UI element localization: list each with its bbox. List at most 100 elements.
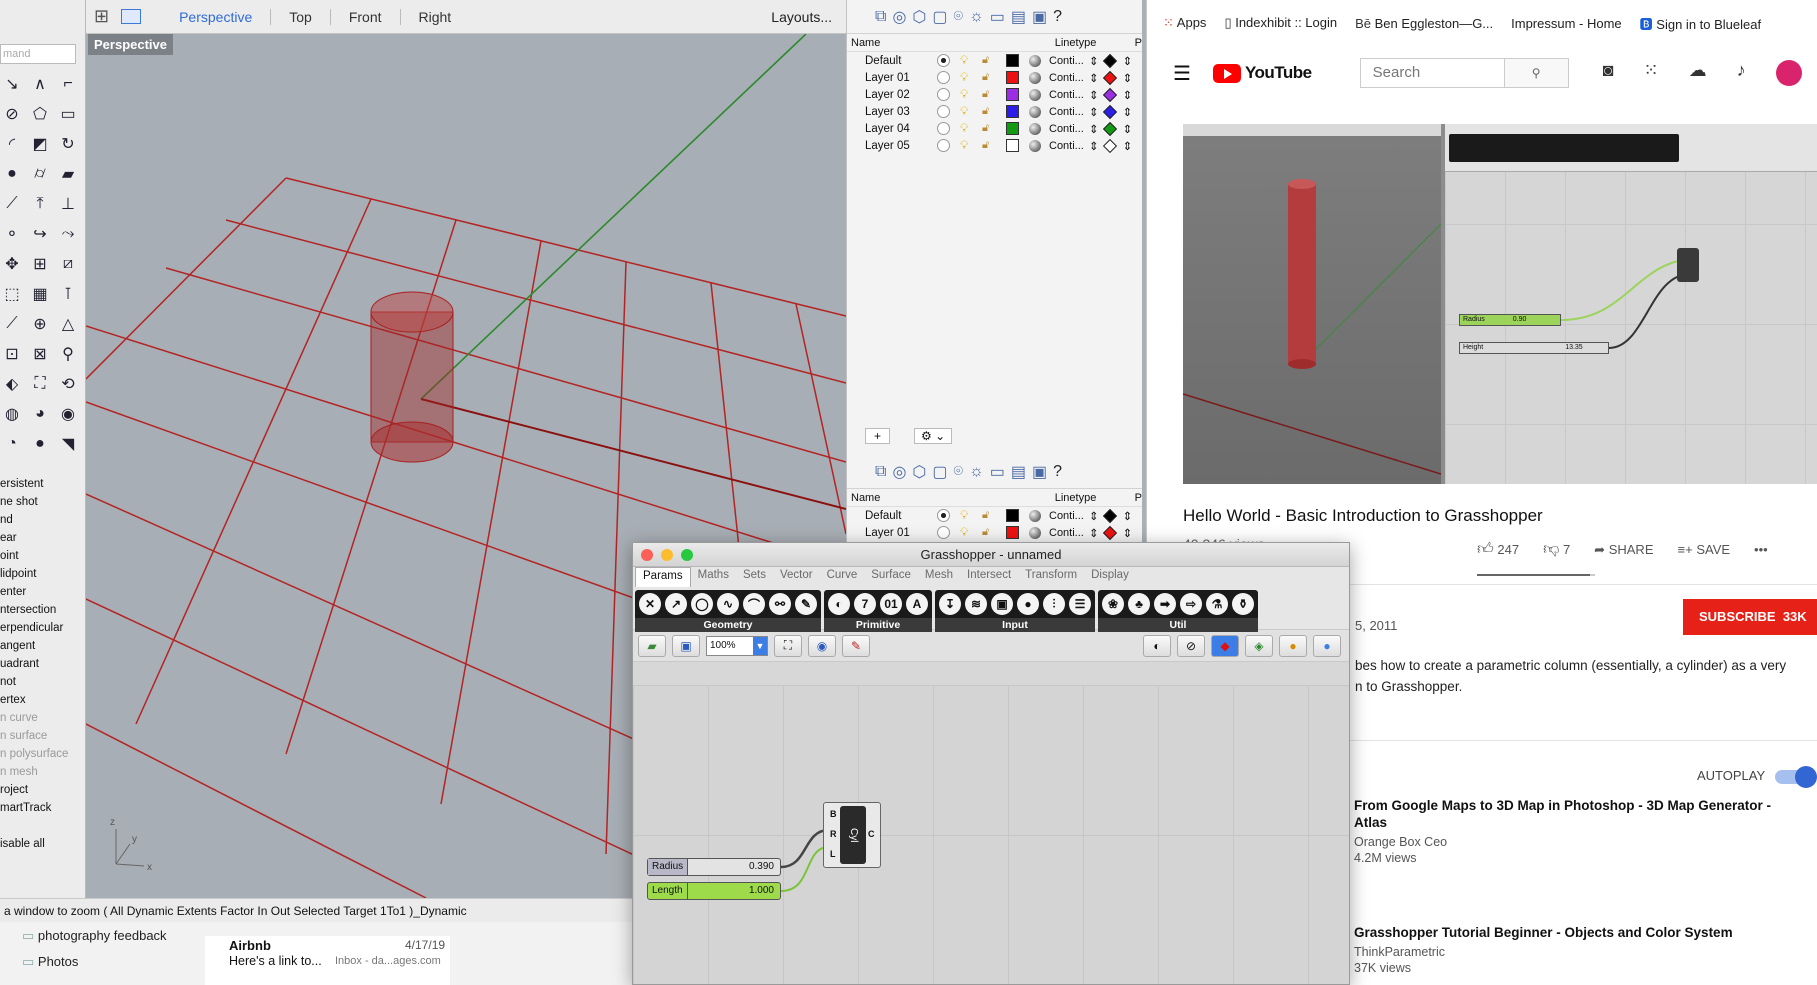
- osnap-item[interactable]: ertex: [0, 691, 86, 709]
- save-file-button[interactable]: ▣: [672, 634, 700, 657]
- component-icon[interactable]: A: [906, 593, 928, 615]
- help-icon[interactable]: ?: [1053, 463, 1062, 481]
- linetype-label[interactable]: Conti...: [1049, 140, 1089, 152]
- component-icon[interactable]: ◯: [691, 593, 713, 615]
- extrude-tool-icon[interactable]: ⤒: [28, 192, 52, 216]
- lock-icon[interactable]: 🔓︎: [982, 509, 996, 522]
- osnap-item[interactable]: angent: [0, 637, 86, 655]
- scale-tool-icon[interactable]: ⬚: [0, 282, 24, 306]
- line-tool-icon[interactable]: ⟋: [0, 312, 24, 336]
- osnap-item[interactable]: ntersection: [0, 601, 86, 619]
- warning-tool-icon[interactable]: △: [56, 312, 80, 336]
- linetype-stepper-icon[interactable]: ⇕: [1089, 71, 1099, 85]
- command-search-input[interactable]: mand: [0, 44, 76, 64]
- visibility-bulb-icon[interactable]: 💡︎: [960, 104, 974, 119]
- properties-icon[interactable]: ◎: [892, 462, 906, 482]
- rectangle-tool-icon[interactable]: ▭: [56, 102, 80, 126]
- sun-icon[interactable]: ☼: [969, 463, 984, 481]
- layer-name[interactable]: Layer 01: [865, 527, 937, 539]
- linetype-label[interactable]: Conti...: [1049, 510, 1089, 522]
- move-tool-icon[interactable]: ✥: [0, 252, 24, 276]
- linetype-stepper-icon[interactable]: ⇕: [1089, 526, 1099, 540]
- current-layer-radio[interactable]: [937, 105, 950, 118]
- folder-photos[interactable]: ▭ Photos: [22, 954, 78, 970]
- video-player[interactable]: Radius 0.90 Height 13.35: [1183, 124, 1817, 484]
- blend-tool-icon[interactable]: ↻: [56, 132, 80, 156]
- display-icon[interactable]: ▤: [1011, 7, 1026, 27]
- current-layer-radio[interactable]: [937, 71, 950, 84]
- tab-perspective[interactable]: Perspective: [161, 8, 272, 25]
- hamburger-menu-icon[interactable]: ☰: [1173, 61, 1191, 86]
- osnap-item[interactable]: erpendicular: [0, 619, 86, 637]
- bookmark-item[interactable]: 🅱︎ Sign in to Blueleaf: [1640, 14, 1761, 33]
- material-tool-icon[interactable]: ⛶: [28, 372, 52, 396]
- print-stepper-icon[interactable]: ⇕: [1123, 509, 1133, 523]
- lock-tool-icon[interactable]: ⊕: [28, 312, 52, 336]
- more-actions-button[interactable]: •••: [1754, 542, 1768, 557]
- color-wheel-icon[interactable]: ◉: [56, 402, 80, 426]
- layer-color-swatch[interactable]: [1006, 71, 1019, 84]
- print-color-diamond[interactable]: [1102, 70, 1117, 85]
- save-button[interactable]: ≡+ SAVE: [1678, 542, 1731, 557]
- arc-tool-icon[interactable]: ◜: [0, 132, 24, 156]
- layer-color-swatch[interactable]: [1006, 122, 1019, 135]
- cube-icon[interactable]: ▢: [932, 7, 947, 27]
- add-layer-button[interactable]: +: [865, 428, 891, 444]
- shaded-preview-button[interactable]: ◆: [1211, 634, 1239, 657]
- split-tool-icon[interactable]: ⤳: [56, 222, 80, 246]
- apps-grid-icon[interactable]: ⁙: [1644, 60, 1659, 86]
- viewport-title[interactable]: Perspective: [88, 34, 173, 55]
- monitor-icon[interactable]: ▣: [1032, 7, 1047, 27]
- curve-tool-icon[interactable]: ∧: [28, 72, 52, 96]
- grid-tool-icon[interactable]: ▦: [28, 282, 52, 306]
- cylinder-component[interactable]: B R L Cyl C: [823, 802, 881, 868]
- camera-icon[interactable]: ⌾: [954, 8, 964, 26]
- lock-icon[interactable]: 🔓︎: [982, 88, 996, 101]
- properties-icon[interactable]: ◎: [892, 7, 906, 27]
- cylinder-tool-icon[interactable]: ⌭: [28, 162, 52, 186]
- frame-icon[interactable]: ▭: [990, 7, 1005, 27]
- current-layer-radio[interactable]: [937, 139, 950, 152]
- component-icon[interactable]: ✎: [795, 593, 817, 615]
- osnap-item[interactable]: martTrack: [0, 799, 86, 817]
- visibility-bulb-icon[interactable]: 💡︎: [960, 87, 974, 102]
- lock-icon[interactable]: 🔓︎: [982, 122, 996, 135]
- share-button[interactable]: ➦ SHARE: [1594, 542, 1653, 558]
- print-color-diamond[interactable]: [1102, 138, 1117, 153]
- bookmark-item[interactable]: ▯ Indexhibit :: Login: [1224, 15, 1337, 31]
- osnap-item[interactable]: ersistent: [0, 475, 86, 493]
- current-layer-radio[interactable]: [937, 509, 950, 522]
- print-color-diamond[interactable]: [1102, 104, 1117, 119]
- layer-row[interactable]: Layer 05 💡︎ 🔓︎ Conti... ⇕ ⇕: [847, 137, 1142, 154]
- material-sphere-icon[interactable]: [1029, 105, 1041, 118]
- folder-photography-feedback[interactable]: ▭ photography feedback: [22, 928, 167, 944]
- material-sphere-icon[interactable]: [1029, 139, 1041, 152]
- osnap-item[interactable]: n mesh: [0, 763, 86, 781]
- gh-tab-params[interactable]: Params: [635, 567, 691, 587]
- gh-tab-display[interactable]: Display: [1084, 567, 1136, 587]
- layers-icon[interactable]: ⧉: [875, 463, 886, 481]
- lock-icon[interactable]: 🔓︎: [982, 54, 996, 67]
- control-point-curve-icon[interactable]: ⌐: [56, 72, 80, 96]
- recommended-item[interactable]: Grasshopper Tutorial Beginner - Objects …: [1354, 924, 1794, 975]
- bookmark-item[interactable]: Bē Ben Eggleston—G...: [1355, 16, 1493, 31]
- component-icon[interactable]: ⚯: [769, 593, 791, 615]
- component-icon[interactable]: ➡: [1154, 593, 1176, 615]
- osnap-item[interactable]: n surface: [0, 727, 86, 745]
- osnap-item[interactable]: n curve: [0, 709, 86, 727]
- component-icon[interactable]: ↗: [665, 593, 687, 615]
- layer-color-swatch[interactable]: [1006, 139, 1019, 152]
- tab-right[interactable]: Right: [401, 9, 470, 25]
- globe-tool-icon[interactable]: ◔: [0, 432, 24, 456]
- linetype-stepper-icon[interactable]: ⇕: [1089, 509, 1099, 523]
- wireframe-button[interactable]: ⊘: [1177, 634, 1205, 657]
- layer-name[interactable]: Layer 01: [865, 72, 937, 84]
- component-input-r[interactable]: R: [830, 829, 837, 839]
- close-window-icon[interactable]: [641, 549, 653, 561]
- material-sphere-icon[interactable]: [1029, 122, 1041, 135]
- layer-color-swatch[interactable]: [1006, 526, 1019, 539]
- polyline-tool-icon[interactable]: ↘: [0, 72, 24, 96]
- osnap-item[interactable]: roject: [0, 781, 86, 799]
- layouts-button[interactable]: Layouts...: [771, 9, 846, 25]
- component-icon[interactable]: ♣: [1128, 593, 1150, 615]
